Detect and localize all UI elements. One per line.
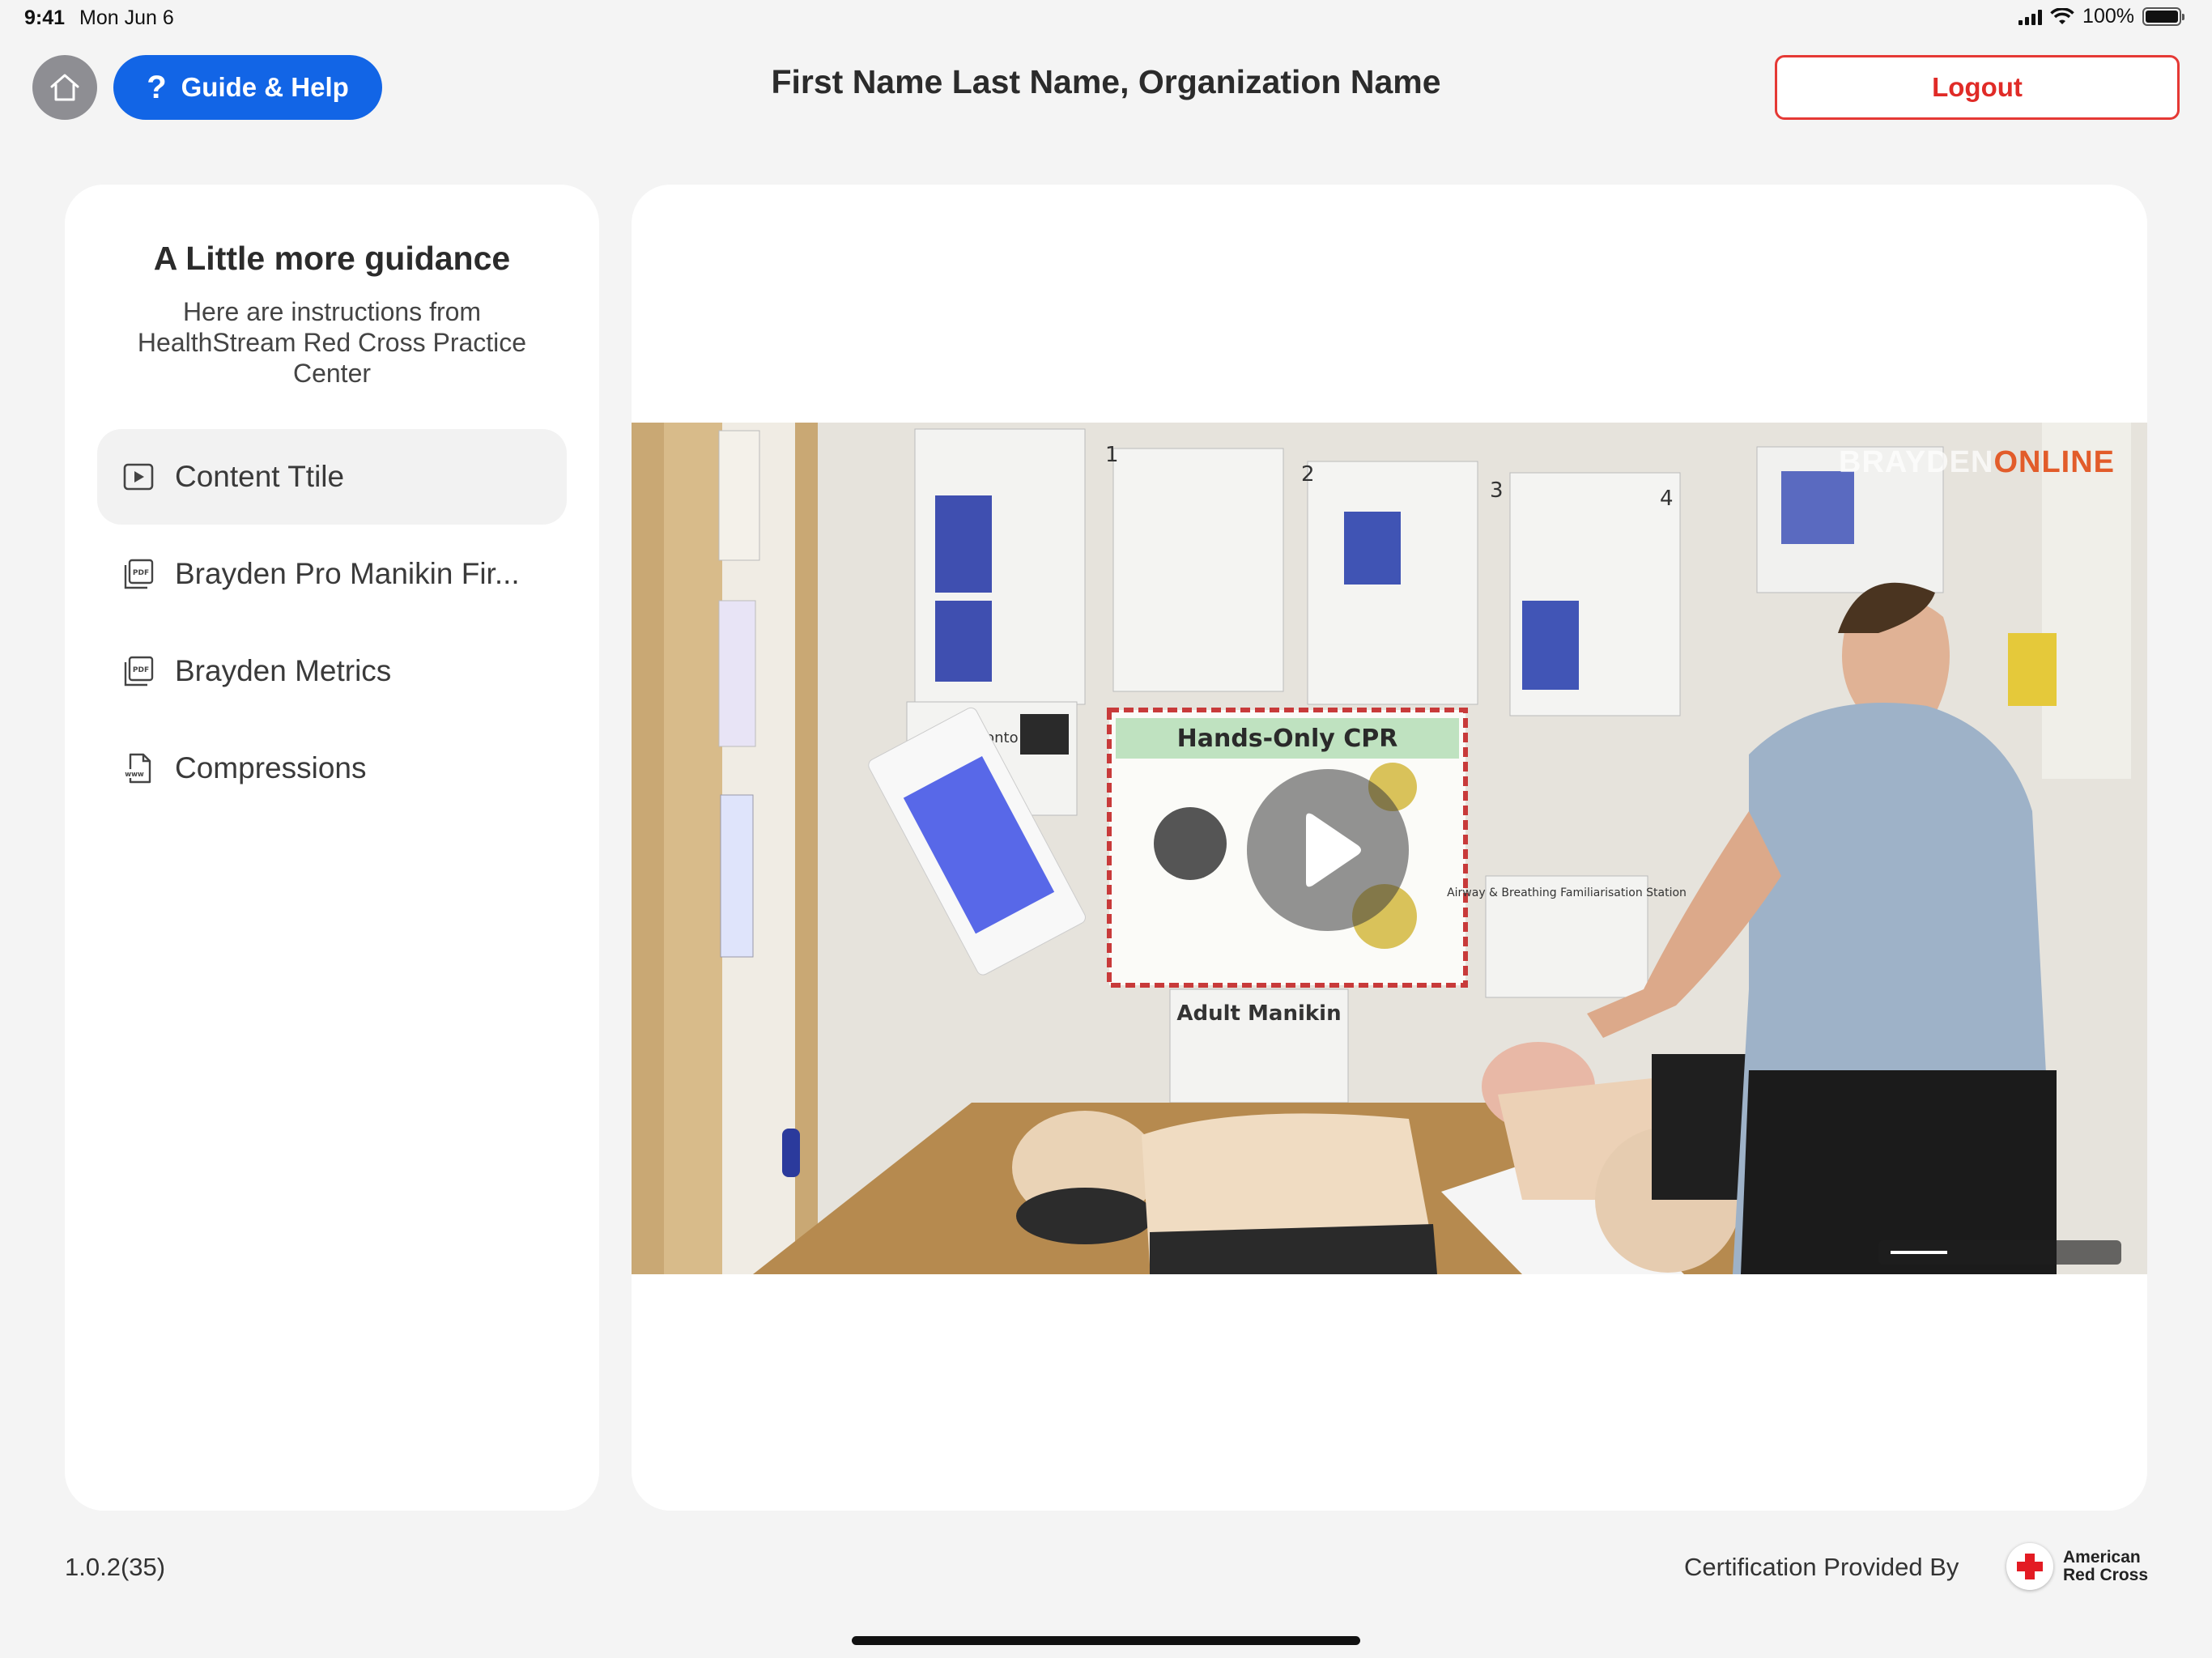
guidance-panel: A Little more guidance Here are instruct… [65, 185, 599, 1511]
status-indicators: 100% [2018, 5, 2184, 28]
guide-help-label: Guide & Help [181, 72, 349, 102]
status-time: 9:41 [24, 6, 66, 29]
logout-button[interactable]: Logout [1775, 55, 2180, 120]
poster-number: 1 [1105, 443, 1119, 467]
logo-line-2: Red Cross [2063, 1566, 2149, 1584]
logo-line-1: American [2063, 1548, 2141, 1567]
content-item-label: Brayden Pro Manikin Fir... [175, 557, 520, 590]
home-indicator[interactable] [852, 1636, 1360, 1645]
www-file-icon: www [121, 751, 155, 785]
video-watermark: BRAYDENONLINE [1839, 445, 2115, 479]
content-item-label: Compressions [175, 751, 367, 784]
wifi-icon [2050, 7, 2074, 24]
battery-percent: 100% [2082, 5, 2134, 28]
video-panel: 1 2 3 4 Logging onto iPad Hands-Only CPR… [632, 185, 2147, 1511]
cpr-banner-text: Hands-Only CPR [1177, 725, 1398, 753]
play-button[interactable] [1247, 769, 1409, 931]
content-item-brayden-pro-manikin[interactable]: PDF Brayden Pro Manikin Fir... [97, 526, 567, 622]
manikin-sign-text: Adult Manikin [1176, 1001, 1341, 1026]
pdf-icon: PDF [121, 557, 155, 591]
svg-text:www: www [125, 771, 144, 779]
content-item-brayden-metrics[interactable]: PDF Brayden Metrics [97, 623, 567, 719]
question-icon: ? [147, 69, 167, 105]
poster-number: 3 [1490, 478, 1504, 503]
poster-number: 4 [1660, 487, 1674, 511]
svg-text:PDF: PDF [133, 569, 149, 577]
pdf-icon: PDF [121, 654, 155, 688]
red-cross-icon [2006, 1543, 2053, 1590]
airway-sign-text: Airway & Breathing Familiarisation Stati… [1447, 886, 1687, 899]
poster-number: 2 [1301, 462, 1315, 487]
play-icon [1306, 813, 1361, 887]
svg-text:PDF: PDF [133, 666, 149, 674]
video-play-icon [121, 460, 155, 494]
content-item-label: Content Ttile [175, 460, 345, 493]
app-version: 1.0.2(35) [65, 1553, 166, 1581]
cellular-signal-icon [2018, 9, 2043, 25]
home-button[interactable] [32, 55, 97, 120]
content-list: Content Ttile PDF Brayden Pro Manikin Fi… [97, 429, 567, 818]
certification-text: Certification Provided By [1684, 1553, 1959, 1581]
content-item-compressions[interactable]: www Compressions [97, 721, 567, 816]
guidance-title: A Little more guidance [153, 240, 511, 277]
video-player[interactable]: 1 2 3 4 Logging onto iPad Hands-Only CPR… [632, 423, 2147, 1274]
guide-help-button[interactable]: ? Guide & Help [113, 55, 382, 120]
status-date: Mon Jun 6 [79, 6, 174, 29]
content-item-content-title[interactable]: Content Ttile [97, 429, 567, 525]
american-red-cross-logo: American Red Cross [2006, 1543, 2148, 1590]
status-bar: 9:41 Mon Jun 6 100% [0, 0, 2212, 39]
content-item-label: Brayden Metrics [175, 654, 392, 687]
battery-icon [2142, 7, 2184, 26]
user-organization-title: First Name Last Name, Organization Name [771, 63, 1441, 100]
home-icon [50, 74, 79, 101]
guidance-subtitle: Here are instructions from HealthStream … [137, 297, 527, 388]
